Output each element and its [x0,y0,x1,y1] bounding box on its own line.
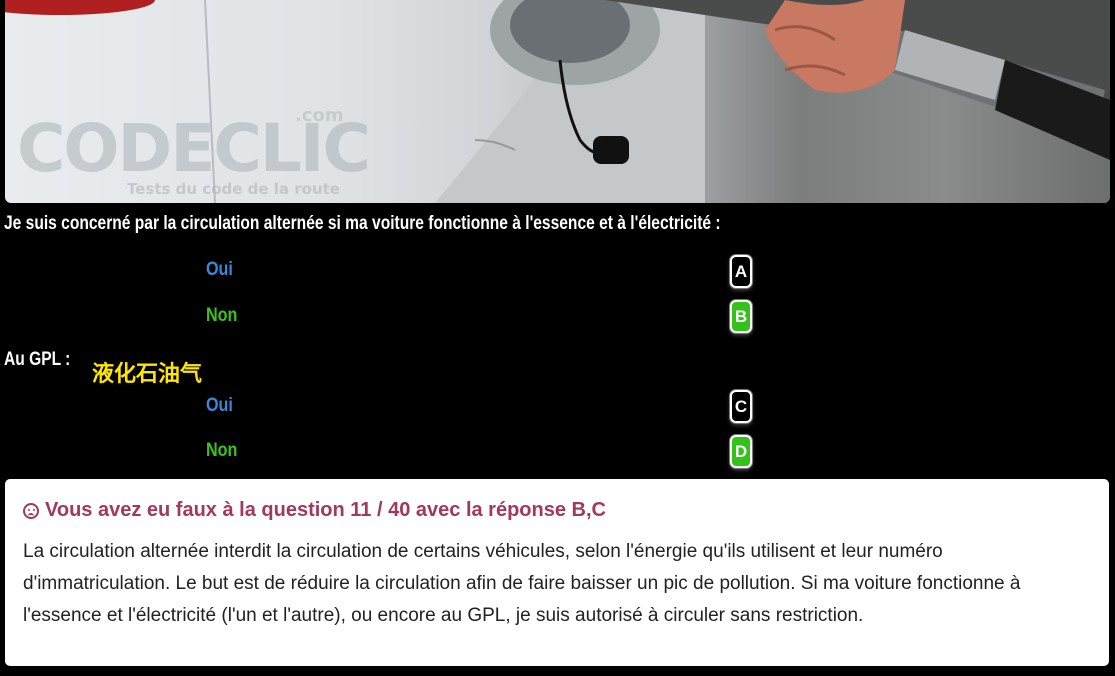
watermark-domain: .com [295,105,344,126]
frown-icon [23,502,39,519]
answer-d-button[interactable]: D [730,435,752,468]
answer-d-label[interactable]: Non [206,440,237,462]
feedback-title: Vous avez eu faux à la question 11 / 40 … [23,499,1091,522]
question-photo: CODECLIC .com Tests du code de la route [5,0,1110,203]
translation-annotation: 液化石油气 [92,362,203,387]
answer-b-label[interactable]: Non [206,305,237,327]
feedback-explanation: La circulation alternée interdit la circ… [23,541,1021,626]
answer-c-button[interactable]: C [730,390,752,423]
question-text: Je suis concerné par la circulation alte… [4,213,721,234]
answer-c-label[interactable]: Oui [206,395,233,417]
sub-question-text: Au GPL : [4,349,71,370]
answer-b-button[interactable]: B [730,300,752,333]
answer-a-label[interactable]: Oui [206,259,233,281]
feedback-title-text: Vous avez eu faux à la question 11 / 40 … [45,499,606,521]
watermark-tagline: Tests du code de la route [127,180,340,198]
feedback-panel: Vous avez eu faux à la question 11 / 40 … [5,479,1109,666]
answer-a-button[interactable]: A [730,255,752,288]
